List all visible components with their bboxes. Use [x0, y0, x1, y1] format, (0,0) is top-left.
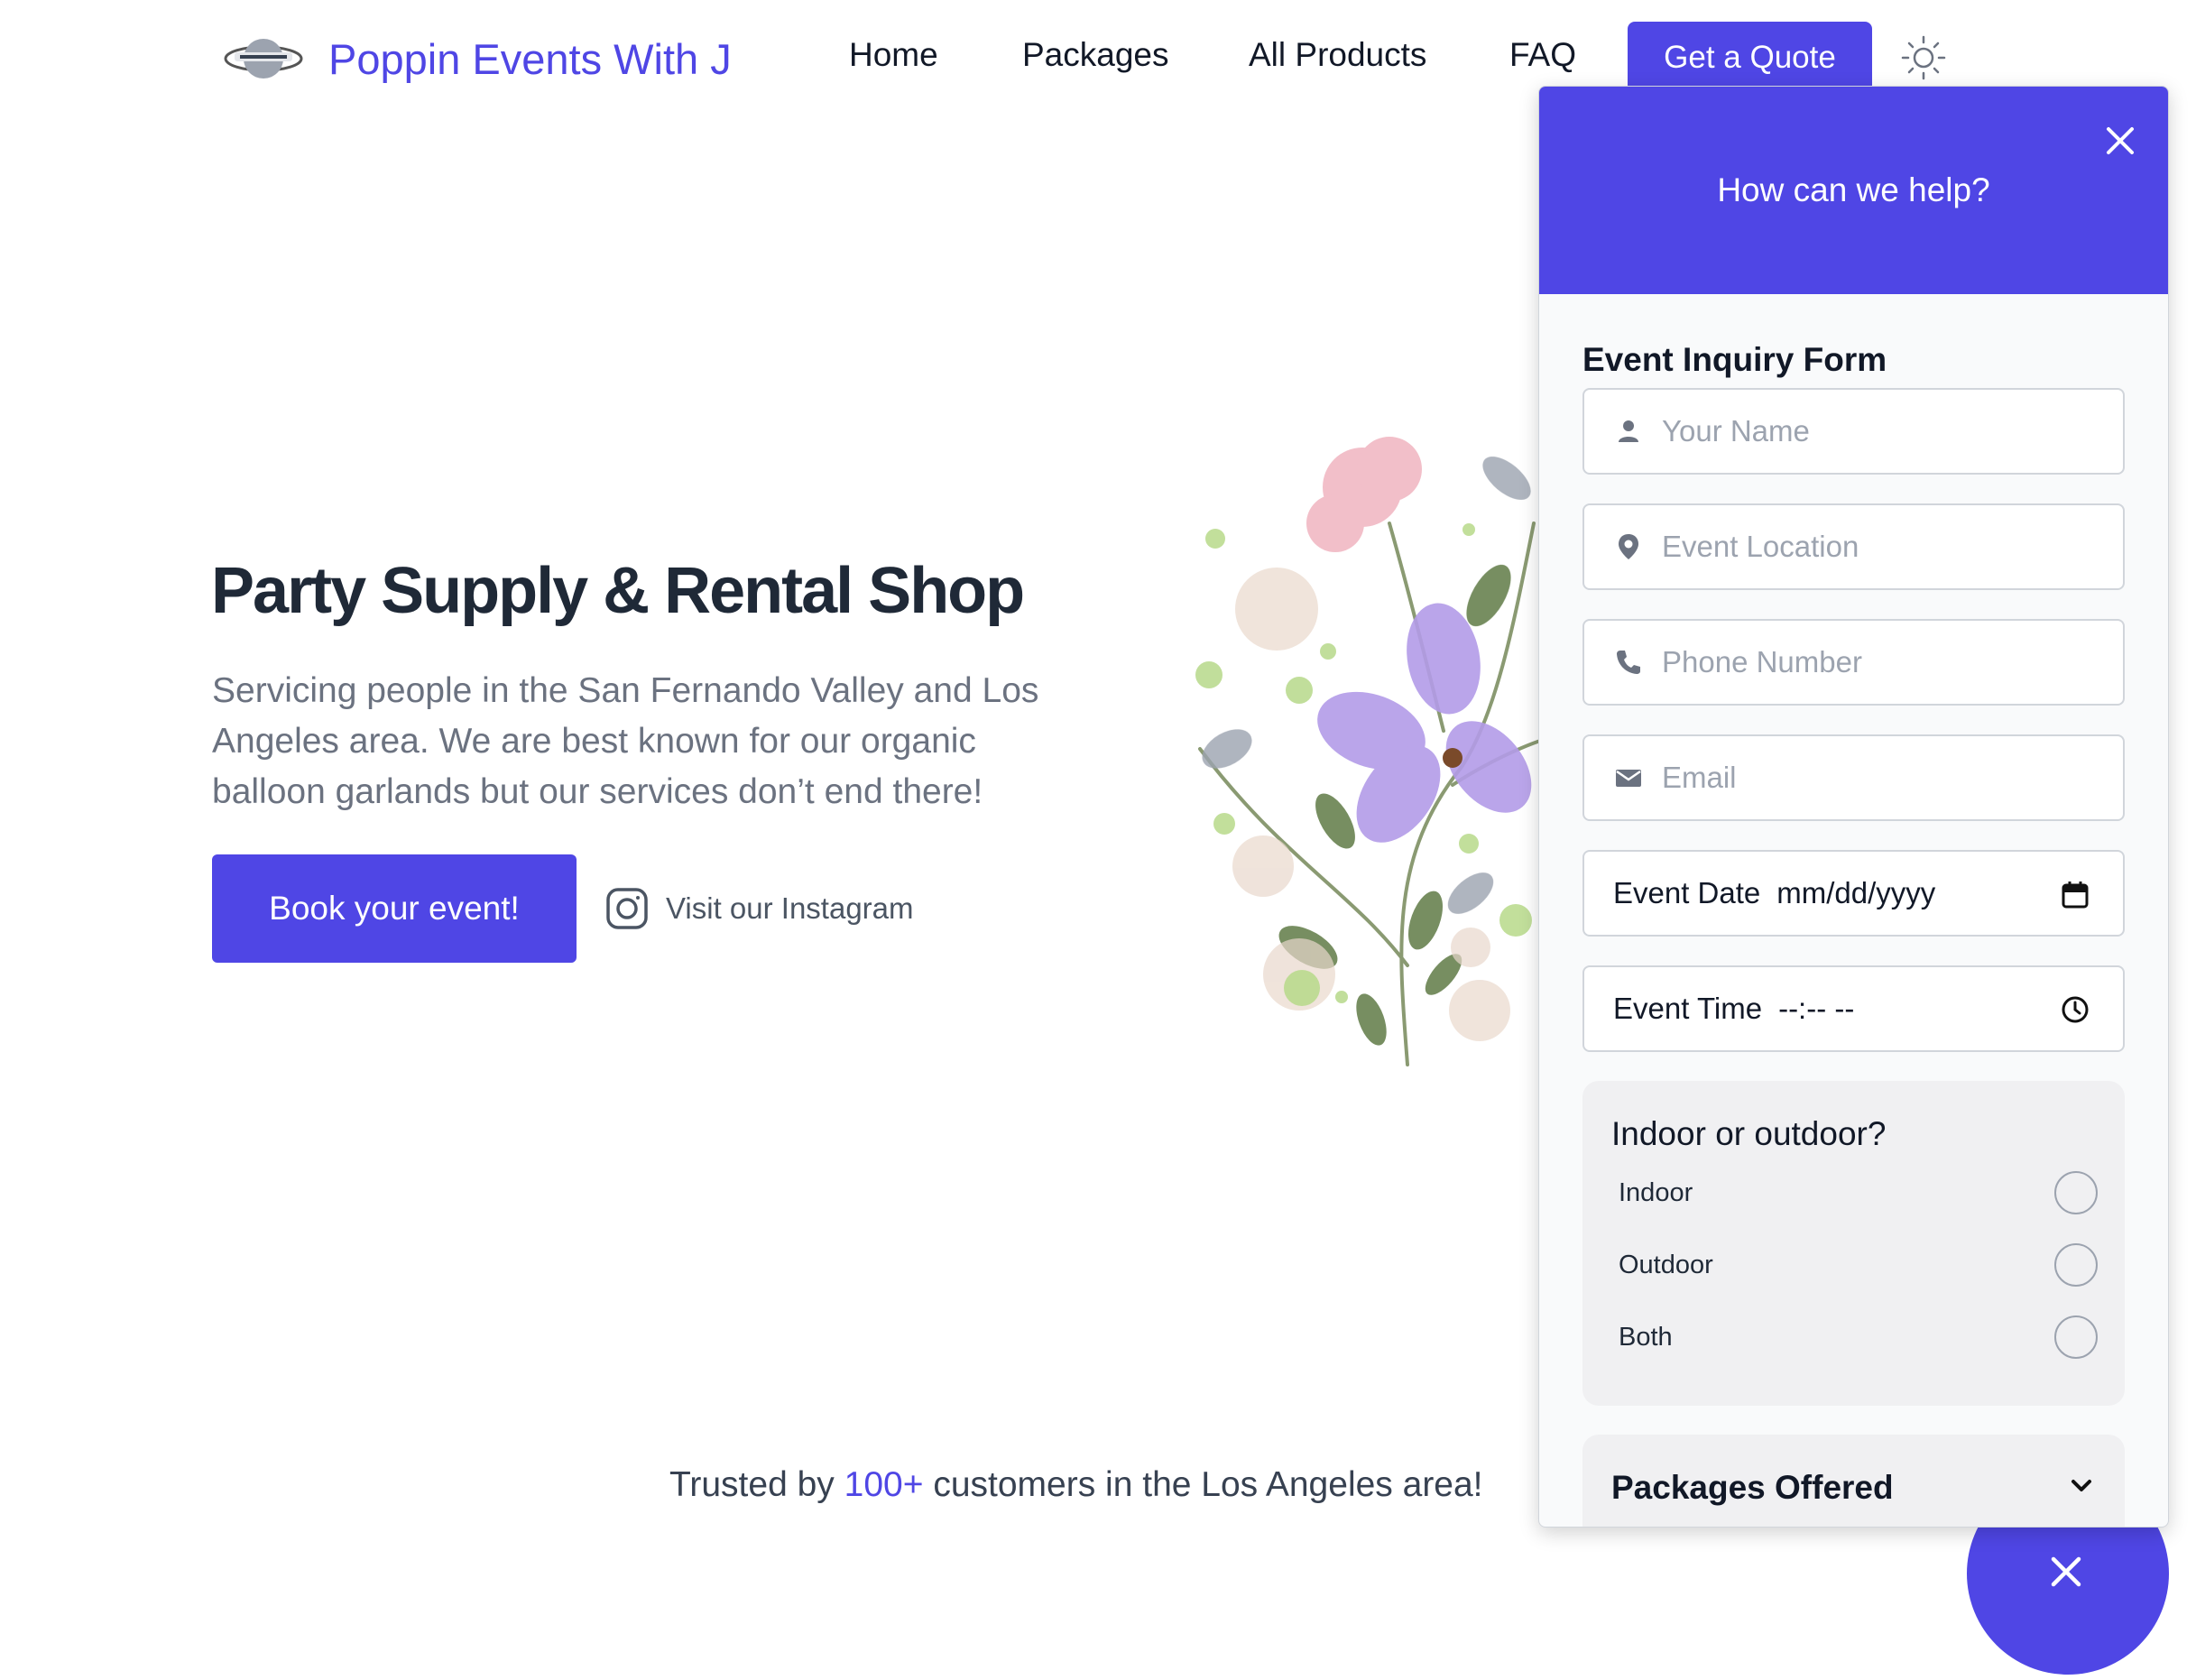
outdoor-radio[interactable]: [2054, 1243, 2098, 1287]
nav-link-home[interactable]: Home: [849, 36, 938, 74]
nav-link-faq[interactable]: FAQ: [1509, 36, 1576, 74]
user-icon: [1615, 418, 1642, 445]
sun-icon[interactable]: [1900, 34, 1947, 81]
get-a-quote-button[interactable]: Get a Quote: [1628, 22, 1872, 94]
email-field[interactable]: [1582, 734, 2125, 821]
instagram-link[interactable]: Visit our Instagram: [604, 886, 914, 931]
hero-subtitle: Servicing people in the San Fernando Val…: [212, 671, 1039, 811]
venue-option-label: Both: [1619, 1322, 1673, 1352]
venue-option-outdoor[interactable]: Outdoor: [1619, 1238, 2098, 1292]
event-date-value[interactable]: mm/dd/yyyy: [1776, 876, 1935, 910]
phone-input[interactable]: [1662, 645, 2086, 679]
both-radio[interactable]: [2054, 1315, 2098, 1359]
phone-field[interactable]: [1582, 619, 2125, 706]
name-input[interactable]: [1662, 414, 2086, 448]
close-icon: [2048, 1554, 2084, 1590]
location-pin-icon: [1615, 533, 1642, 560]
packages-title: Packages Offered: [1611, 1469, 1894, 1506]
instagram-link-label: Visit our Instagram: [666, 891, 914, 925]
venue-type-group: Indoor or outdoor? Indoor Outdoor Both: [1582, 1081, 2125, 1406]
phone-icon: [1615, 649, 1642, 676]
nav-link-all-products[interactable]: All Products: [1249, 36, 1426, 74]
venue-option-label: Outdoor: [1619, 1250, 1713, 1279]
clock-icon[interactable]: [2060, 994, 2090, 1025]
flower-illustration: [1173, 388, 1552, 1074]
book-event-button[interactable]: Book your event!: [212, 854, 577, 963]
venue-option-both[interactable]: Both: [1619, 1310, 2098, 1364]
inquiry-panel: How can we help? Event Inquiry Form Even…: [1538, 86, 2169, 1528]
brand[interactable]: Poppin Events With J: [222, 27, 732, 90]
envelope-icon: [1615, 764, 1642, 791]
hero-title: Party Supply & Rental Shop: [211, 555, 1025, 627]
brand-name: Poppin Events With J: [328, 34, 732, 83]
venue-type-title: Indoor or outdoor?: [1611, 1115, 1887, 1152]
event-date-label: Event Date: [1613, 876, 1761, 909]
trusted-prefix: Trusted by: [669, 1465, 844, 1504]
chevron-down-icon: [2067, 1471, 2096, 1500]
name-field[interactable]: [1582, 388, 2125, 475]
event-time-label: Event Time: [1613, 992, 1763, 1025]
panel-heading: How can we help?: [1717, 171, 1990, 208]
packages-accordion[interactable]: Packages Offered: [1582, 1435, 2125, 1527]
event-time-field[interactable]: Event Time --:-- --: [1582, 965, 2125, 1052]
event-time-value[interactable]: --:-- --: [1778, 992, 1854, 1026]
indoor-radio[interactable]: [2054, 1171, 2098, 1214]
event-date-field[interactable]: Event Date mm/dd/yyyy: [1582, 850, 2125, 937]
trusted-count: 100+: [844, 1465, 924, 1504]
panel-header: How can we help?: [1539, 87, 2168, 294]
location-field[interactable]: [1582, 503, 2125, 590]
nav-link-packages[interactable]: Packages: [1022, 36, 1169, 74]
instagram-icon: [604, 886, 650, 931]
form-title: Event Inquiry Form: [1582, 341, 1887, 378]
panel-close-icon[interactable]: [2104, 125, 2136, 157]
email-input[interactable]: [1662, 761, 2086, 795]
venue-option-label: Indoor: [1619, 1177, 1693, 1207]
venue-option-indoor[interactable]: Indoor: [1619, 1166, 2098, 1220]
calendar-icon[interactable]: [2060, 879, 2090, 909]
location-input[interactable]: [1662, 530, 2086, 564]
brand-logo: [222, 27, 305, 90]
trusted-suffix: customers in the Los Angeles area!: [923, 1465, 1483, 1504]
trusted-banner: Trusted by 100+ customers in the Los Ang…: [669, 1465, 1483, 1505]
